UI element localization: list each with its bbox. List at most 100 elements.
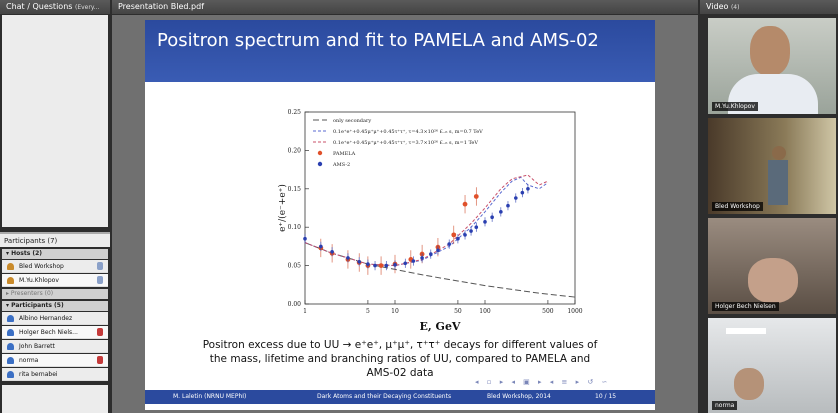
participant-name: Bled Workshop — [19, 263, 64, 270]
ams-point — [447, 242, 451, 246]
ams-point — [483, 220, 487, 224]
ams-point — [436, 248, 440, 253]
x-tick-label: 5 — [366, 308, 370, 315]
participant-row[interactable]: Holger Bech Niels... — [2, 326, 108, 339]
person-head — [772, 146, 786, 160]
participant-name: Holger Bech Niels... — [19, 329, 78, 336]
chat-title: Chat / Questions — [6, 2, 73, 11]
x-tick-label: 100 — [479, 308, 491, 315]
caption-line: the mass, lifetime and branching ratios … — [209, 353, 591, 365]
legend-label: only secondary — [333, 118, 371, 124]
legend-label: PAMELA — [333, 151, 356, 157]
participants-count: (7) — [47, 237, 58, 245]
participants-group-header[interactable]: ▾ Participants (5) — [2, 301, 108, 311]
ams-point — [384, 263, 389, 268]
video-tile-label: Holger Bech Nielsen — [712, 302, 779, 311]
x-axis-label: E, GeV — [420, 320, 461, 333]
slide-caption: Positron excess due to UU → e⁺e⁺, μ⁺μ⁺, … — [153, 338, 647, 380]
participant-row[interactable]: Albino Hernandez — [2, 312, 108, 325]
participant-row[interactable]: Bled Workshop — [2, 260, 108, 273]
ams-point — [456, 236, 460, 241]
participants-pane-header[interactable]: Participants (7) — [0, 232, 110, 247]
video-tile-label: Bled Workshop — [712, 202, 763, 211]
x-tick-label: 50 — [454, 308, 462, 315]
host-icon — [7, 263, 14, 270]
ams-point — [420, 256, 424, 260]
app-root: Chat / Questions (Every... Participants … — [0, 0, 838, 413]
y-tick-label: 0.00 — [288, 301, 302, 308]
participant-name: norma — [19, 357, 39, 364]
ams-point — [319, 244, 323, 249]
ams-point — [526, 187, 530, 191]
person-head — [748, 258, 798, 303]
footer-event: Bled Workshop, 2014 — [487, 393, 551, 400]
slide-navigation-symbols[interactable]: ◂ ▫ ▸ ◂ ▣ ▸ ◂ ≡ ▸ ↺ ∽ — [475, 378, 610, 386]
footer-talk: Dark Atoms and their Decaying Constituen… — [317, 393, 452, 400]
y-axis-label: e⁺/(e⁻+e⁺) — [277, 184, 288, 232]
x-tick-label: 1 — [303, 308, 307, 315]
y-tick-label: 0.05 — [288, 263, 302, 270]
presentation-title: Presentation Bled.pdf — [118, 2, 205, 11]
microphone-muted-icon[interactable] — [97, 356, 103, 364]
y-tick-label: 0.15 — [288, 186, 302, 193]
x-tick-label: 10 — [391, 308, 399, 315]
y-tick-label: 0.20 — [288, 147, 302, 154]
user-icon — [7, 315, 14, 322]
legend-label: 0.1e⁺e⁺+0.45μ⁺μ⁺+0.45τ⁺τ⁺, τ=4.3×10²⁶ £₋… — [333, 129, 483, 135]
participant-row[interactable]: rita bernabei — [2, 368, 108, 381]
ams-point — [520, 190, 525, 195]
presenters-group-header[interactable]: ▸ Presenters (0) — [2, 289, 108, 299]
ams-point — [393, 263, 397, 267]
user-icon — [7, 357, 14, 364]
participants-title: Participants — [4, 237, 46, 245]
chat-subtitle: (Every... — [74, 4, 100, 11]
legend-marker — [317, 150, 323, 156]
video-tile-label: M.Yu.Khlopov — [712, 102, 758, 111]
ams-point — [330, 249, 334, 254]
person-head — [750, 26, 790, 76]
ams-point — [514, 196, 518, 200]
user-icon — [7, 343, 14, 350]
ams-point — [490, 215, 494, 220]
y-tick-label: 0.10 — [288, 224, 302, 231]
video-tile[interactable]: M.Yu.Khlopov — [708, 18, 836, 114]
ams-point — [499, 210, 503, 214]
chat-message-area[interactable] — [2, 15, 108, 227]
video-tile[interactable]: Holger Bech Nielsen — [708, 218, 836, 314]
legend-label: AMS-2 — [332, 162, 350, 168]
user-icon — [7, 329, 14, 336]
legend-label: 0.1e⁺e⁺+0.45μ⁺μ⁺+0.45τ⁺τ⁺, τ=3.7×10²⁶ £₋… — [333, 140, 478, 146]
participant-row[interactable]: norma — [2, 354, 108, 367]
ams-point — [469, 229, 473, 233]
ams-point — [373, 263, 377, 268]
legend-marker — [317, 161, 323, 167]
participant-row[interactable]: John Barrett — [2, 340, 108, 353]
presentation-pane-header[interactable]: Presentation Bled.pdf — [112, 0, 698, 14]
participant-name: rita bernabei — [19, 371, 58, 378]
participant-row[interactable]: M.Yu.Khlopov — [2, 274, 108, 287]
slide-title: Positron spectrum and fit to PAMELA and … — [145, 20, 655, 82]
caption-line: Positron excess due to UU → e⁺e⁺, μ⁺μ⁺, … — [202, 339, 598, 351]
video-pane-header[interactable]: Video (4) — [700, 0, 838, 14]
person-body — [768, 160, 788, 205]
hosts-group-label: Hosts (2) — [11, 250, 43, 257]
ams-point — [303, 236, 307, 241]
video-count: (4) — [730, 4, 740, 11]
ams-point — [366, 262, 370, 266]
pamela-point — [473, 194, 479, 199]
hosts-group-header[interactable]: ▾ Hosts (2) — [2, 249, 108, 259]
microphone-icon[interactable] — [97, 262, 103, 270]
microphone-muted-icon[interactable] — [97, 328, 103, 336]
video-tile-label: norma — [712, 401, 738, 410]
microphone-icon[interactable] — [97, 276, 103, 284]
participant-name: John Barrett — [19, 343, 55, 350]
video-tile[interactable]: norma — [708, 318, 836, 413]
video-tile[interactable]: Bled Workshop — [708, 118, 836, 214]
participants-group-label: Participants (5) — [11, 302, 64, 309]
participant-name: Albino Hernandez — [19, 315, 73, 322]
footer-author: M. Laletin (NRNU MEPhI) — [173, 393, 247, 400]
ams-point — [403, 261, 408, 266]
host-icon — [7, 277, 14, 284]
chat-pane-header[interactable]: Chat / Questions (Every... — [0, 0, 110, 14]
ams-point — [506, 203, 510, 208]
